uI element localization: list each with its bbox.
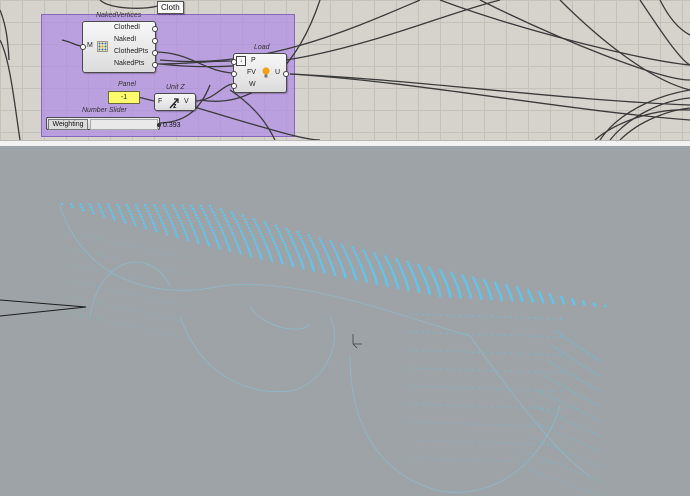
output-grip[interactable] (152, 38, 158, 44)
rhino-viewport[interactable] (0, 146, 690, 496)
output-clothed-pts[interactable]: ClothedPts (114, 48, 148, 55)
input-grip[interactable] (231, 59, 237, 65)
slider-value: 0.393 (163, 122, 181, 129)
lightbulb-icon (262, 66, 270, 78)
slider-track[interactable]: 0.393 (90, 119, 181, 130)
load-caption: Load (254, 44, 270, 51)
panel-component[interactable]: -1 (108, 91, 140, 104)
load-input-w[interactable]: W (249, 81, 256, 88)
output-clothed-i[interactable]: ClothedI (114, 24, 140, 31)
output-grip[interactable] (152, 50, 158, 56)
naked-vertices-caption: NakedVertices (96, 12, 142, 19)
naked-vertices-component[interactable]: M ClothedI NakedI ClothedPts NakedPts (80, 21, 158, 73)
panel-caption: Panel (118, 81, 136, 88)
input-grip[interactable] (231, 71, 237, 77)
output-grip[interactable] (152, 62, 158, 68)
unit-z-arrow-icon: z (168, 96, 180, 110)
naked-vertices-input-m[interactable]: M (87, 42, 93, 49)
slider-label: Weighting (48, 119, 88, 130)
input-grip[interactable] (231, 83, 237, 89)
cloth-param-tag[interactable]: Cloth (157, 1, 184, 14)
grasshopper-canvas[interactable]: Cloth NakedVertices M ClothedI NakedI Cl… (0, 0, 690, 140)
number-slider[interactable]: Weighting 0.393 (46, 117, 181, 130)
load-input-fv[interactable]: FV (247, 69, 256, 76)
input-grip[interactable] (80, 44, 86, 50)
world-axes-icon (352, 334, 362, 349)
output-grip[interactable] (283, 71, 289, 77)
mesh-vertices-icon (97, 39, 108, 52)
output-naked-pts[interactable]: NakedPts (114, 60, 144, 67)
load-output-u[interactable]: U (275, 69, 280, 76)
unit-z-component[interactable]: F z V (154, 93, 196, 111)
svg-text:z: z (173, 103, 177, 109)
slider-knob[interactable] (157, 123, 161, 127)
load-component[interactable]: ↓ P FV W U (231, 53, 289, 93)
viewport-geometry (0, 202, 607, 496)
unit-z-input-f[interactable]: F (158, 98, 162, 105)
load-input-p[interactable]: P (251, 57, 256, 64)
unit-z-output-v[interactable]: V (184, 98, 189, 105)
output-grip[interactable] (152, 26, 158, 32)
unit-z-caption: Unit Z (166, 84, 185, 91)
number-slider-caption: Number Slider (82, 107, 127, 114)
output-naked-i[interactable]: NakedI (114, 36, 136, 43)
flatten-input-icon: ↓ (236, 56, 246, 66)
